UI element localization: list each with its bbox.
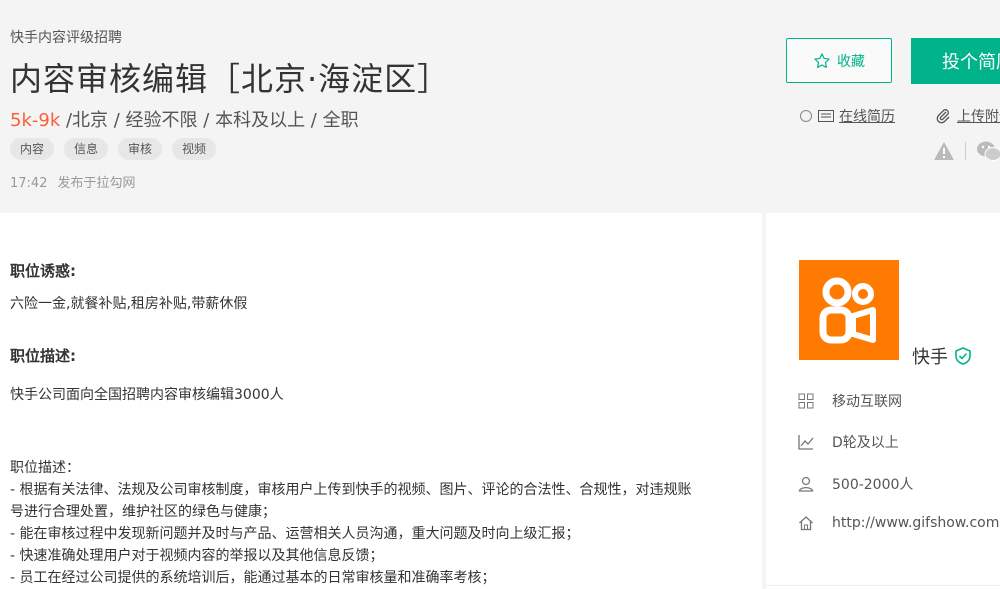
stage-row: D轮及以上 bbox=[798, 432, 899, 452]
industry-text: 移动互联网 bbox=[832, 394, 902, 410]
verified-shield-icon bbox=[955, 347, 971, 365]
favorite-label: 收藏 bbox=[837, 53, 865, 70]
report-warning-icon[interactable] bbox=[933, 141, 955, 161]
description-line: - 能在审核过程中发现新问题并及时与产品、运营相关人员沟通，重大问题及时向上级汇… bbox=[10, 526, 580, 542]
job-tag[interactable]: 信息 bbox=[64, 138, 109, 160]
job-detail: 职位诱惑: 六险一金,就餐补贴,租房补贴,带薪休假 职位描述: 快手公司面向全国… bbox=[0, 213, 762, 589]
company-logo[interactable] bbox=[799, 260, 899, 360]
resume-options: 在线简历 上传附件简历 bbox=[800, 106, 1000, 126]
company-sidebar: 快手 移动互联网 D轮及以上 500-2000人 http://www.gifs… bbox=[766, 213, 1000, 589]
description-line: - 根据有关法律、法规及公司审核制度，审核用户上传到快手的视频、图片、评论的合法… bbox=[10, 482, 692, 498]
job-tag[interactable]: 内容 bbox=[10, 138, 55, 160]
description-intro: 快手公司面向全国招聘内容审核编辑3000人 bbox=[10, 387, 284, 403]
job-header: 快手内容评级招聘 内容审核编辑［北京·海淀区］ 5k-9k /北京 / 经验不限… bbox=[0, 0, 1000, 213]
upload-resume[interactable]: 上传附件简历 bbox=[935, 106, 1000, 126]
website-link[interactable]: http://www.gifshow.com bbox=[832, 515, 999, 531]
resume-icon bbox=[818, 110, 834, 122]
description-line: 号进行合理处置，维护社区的绿色与健康； bbox=[10, 504, 276, 520]
divider bbox=[965, 142, 966, 160]
favorite-button[interactable]: 收藏 bbox=[786, 38, 892, 83]
size-row: 500-2000人 bbox=[798, 474, 913, 494]
job-tag[interactable]: 审核 bbox=[118, 138, 163, 160]
person-icon bbox=[798, 476, 814, 492]
requirements-text: /北京 / 经验不限 / 本科及以上 / 全职 bbox=[65, 110, 359, 131]
divider bbox=[766, 585, 1000, 586]
company-name[interactable]: 快手 bbox=[912, 343, 972, 369]
company-subtitle[interactable]: 快手内容评级招聘 bbox=[10, 27, 122, 47]
apply-label: 投个简历 bbox=[942, 52, 1000, 73]
trend-chart-icon bbox=[798, 435, 814, 450]
job-tags: 内容 信息 审核 视频 bbox=[10, 138, 217, 160]
resume-radio[interactable] bbox=[800, 110, 812, 122]
publish-source: 发布于拉勾网 bbox=[57, 176, 136, 191]
online-resume-link[interactable]: 在线简历 bbox=[839, 106, 895, 126]
advantage-text: 六险一金,就餐补贴,租房补贴,带薪休假 bbox=[10, 296, 248, 312]
publish-time: 17:42 bbox=[10, 176, 48, 191]
size-text: 500-2000人 bbox=[832, 477, 914, 493]
grid-icon bbox=[798, 393, 814, 409]
salary: 5k-9k bbox=[10, 110, 61, 131]
share-icons bbox=[933, 140, 1000, 162]
company-name-text: 快手 bbox=[912, 347, 948, 368]
apply-button[interactable]: 投个简历 bbox=[911, 38, 1000, 84]
star-icon bbox=[814, 52, 830, 68]
description-subtitle: 职位描述： bbox=[10, 460, 80, 476]
job-requirements: 5k-9k /北京 / 经验不限 / 本科及以上 / 全职 bbox=[10, 106, 359, 132]
job-tag[interactable]: 视频 bbox=[172, 138, 217, 160]
description-line: - 员工在经过公司提供的系统培训后，能通过基本的日常审核量和准确率考核； bbox=[10, 570, 496, 586]
job-title: 内容审核编辑［北京·海淀区］ bbox=[10, 60, 451, 98]
industry-row: 移动互联网 bbox=[798, 391, 902, 411]
description-line: - 快速准确处理用户对于视频内容的举报以及其他信息反馈； bbox=[10, 548, 384, 564]
advantage-title: 职位诱惑: bbox=[10, 262, 76, 280]
website-row: http://www.gifshow.com bbox=[798, 515, 999, 531]
upload-resume-link[interactable]: 上传附件简历 bbox=[957, 106, 1000, 126]
kuaishou-logo-icon bbox=[819, 277, 876, 344]
description-title: 职位描述: bbox=[10, 347, 76, 365]
home-icon bbox=[799, 516, 813, 531]
publish-info: 17:42 发布于拉勾网 bbox=[10, 172, 135, 191]
wechat-icon[interactable] bbox=[976, 140, 1000, 162]
stage-text: D轮及以上 bbox=[832, 435, 899, 451]
paperclip-icon bbox=[936, 109, 950, 124]
